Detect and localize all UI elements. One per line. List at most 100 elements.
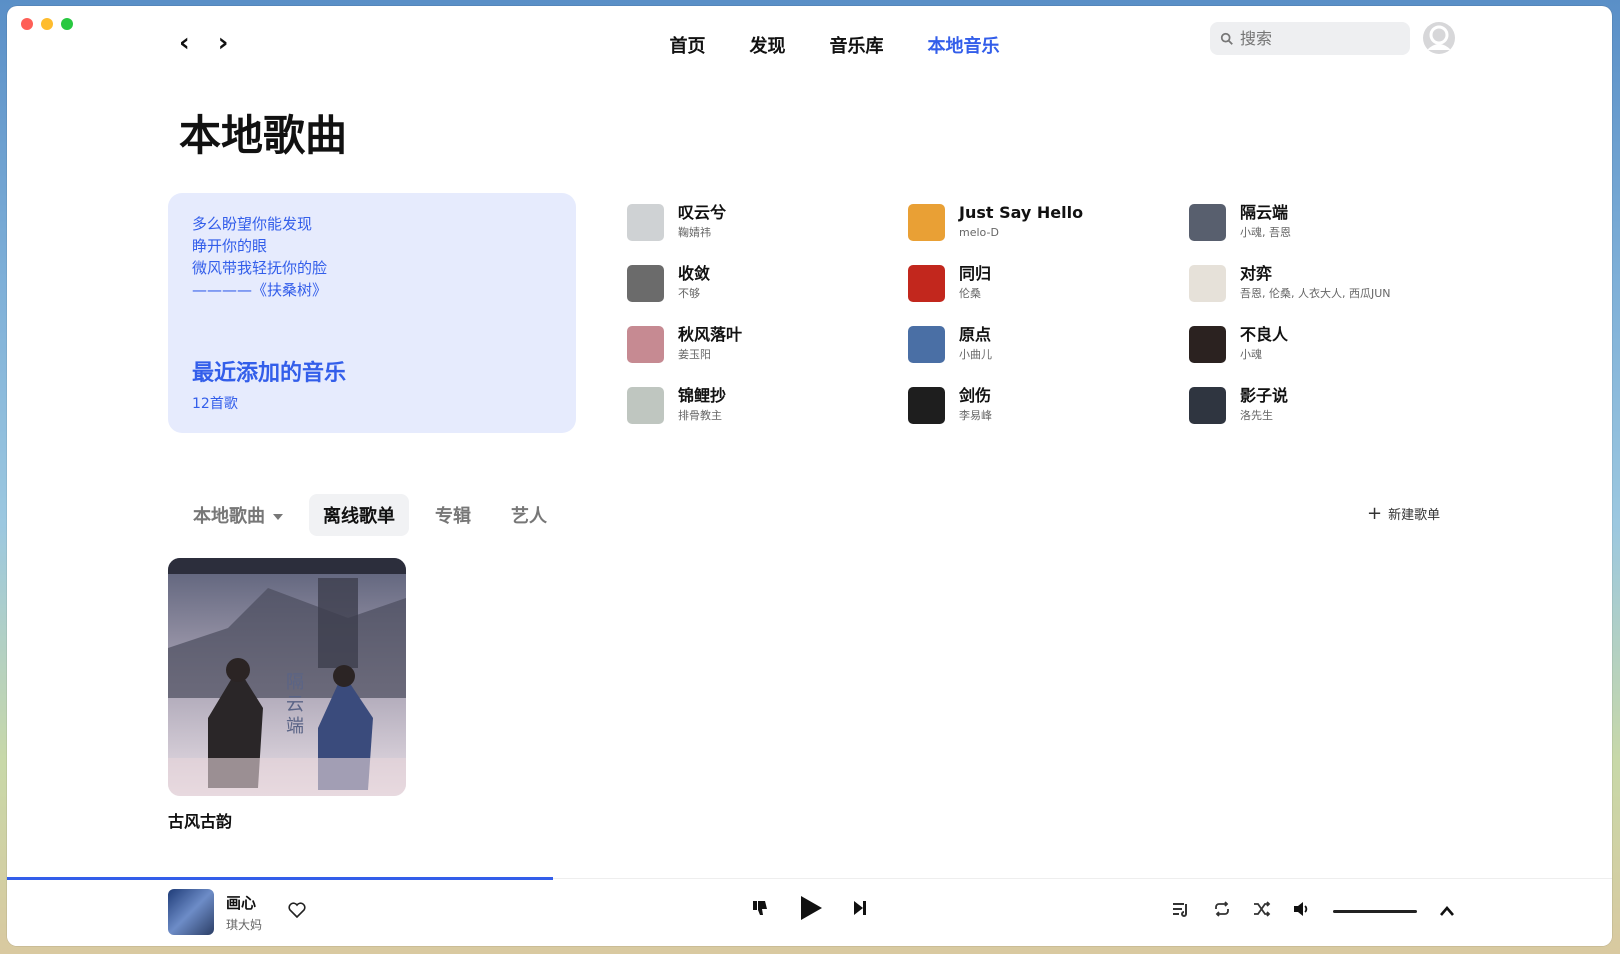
tab-label: 本地歌曲 bbox=[193, 506, 265, 527]
track-item[interactable]: 秋风落叶 姜玉阳 bbox=[627, 325, 908, 363]
progress-bar[interactable] bbox=[7, 877, 1612, 880]
track-info: 不良人 小魂 bbox=[1240, 325, 1288, 363]
track-item[interactable]: 对弈吾恩, 伦桑, 人衣大人, 西瓜JUN bbox=[1189, 264, 1489, 302]
playlist-cover-art: 隔 云 端 bbox=[168, 558, 406, 796]
track-title[interactable]: 剑伤 bbox=[959, 386, 992, 406]
track-cover[interactable] bbox=[908, 264, 945, 302]
track-title[interactable]: 锦鲤抄 bbox=[678, 386, 726, 406]
track-artist[interactable]: 排骨教主 bbox=[678, 408, 726, 424]
track-title[interactable]: 不良人 bbox=[1240, 325, 1288, 345]
track-artist[interactable]: 鞠婧祎 bbox=[678, 225, 726, 241]
track-artist[interactable]: 小魂, 吾恩 bbox=[1240, 225, 1291, 241]
track-item[interactable]: 叹云兮 鞠婧祎 bbox=[627, 203, 908, 241]
track-title[interactable]: 隔云端 bbox=[1240, 203, 1291, 223]
track-item[interactable]: 影子说 洛先生 bbox=[1189, 386, 1489, 424]
search-input[interactable] bbox=[1240, 29, 1400, 48]
recently-added-card[interactable]: 多么盼望你能发现 睁开你的眼 微风带我轻抚你的脸 ————《扶桑树》 最近添加的… bbox=[168, 193, 576, 433]
track-item[interactable]: 不良人 小魂 bbox=[1189, 325, 1489, 363]
track-item[interactable]: 锦鲤抄 排骨教主 bbox=[627, 386, 908, 424]
track-cover[interactable] bbox=[1189, 264, 1226, 302]
nav-tab-discover[interactable]: 发现 bbox=[750, 32, 786, 58]
now-playing-title[interactable]: 画心 bbox=[226, 892, 262, 913]
track-cover[interactable] bbox=[1189, 203, 1226, 241]
play-icon[interactable] bbox=[799, 895, 823, 925]
track-artist[interactable]: melo-D bbox=[959, 225, 1083, 241]
track-artist[interactable]: 伦桑 bbox=[959, 286, 991, 302]
track-info: 同归 伦桑 bbox=[959, 264, 991, 302]
now-playing: 画心 琪大妈 bbox=[168, 889, 306, 935]
repeat-icon[interactable] bbox=[1213, 901, 1231, 921]
track-info: 对弈吾恩, 伦桑, 人衣大人, 西瓜JUN bbox=[1240, 264, 1391, 302]
shuffle-icon[interactable] bbox=[1253, 901, 1271, 921]
search-box[interactable] bbox=[1210, 22, 1410, 55]
tab-albums[interactable]: 专辑 bbox=[421, 494, 485, 536]
nav-tab-local-music[interactable]: 本地音乐 bbox=[928, 32, 1000, 58]
lyric-line: 多么盼望你能发现 bbox=[192, 215, 313, 233]
now-playing-cover[interactable] bbox=[168, 889, 214, 935]
track-cover[interactable] bbox=[1189, 386, 1226, 424]
track-cover[interactable] bbox=[627, 264, 664, 302]
nav-tab-home[interactable]: 首页 bbox=[670, 32, 706, 58]
track-item[interactable]: 同归 伦桑 bbox=[908, 264, 1189, 302]
track-cover[interactable] bbox=[627, 203, 664, 241]
minimize-window-button[interactable] bbox=[41, 18, 53, 30]
track-cover[interactable] bbox=[1189, 325, 1226, 363]
track-info: 原点 小曲儿 bbox=[959, 325, 992, 363]
cover-text-char: 端 bbox=[286, 716, 304, 737]
playlist-cover[interactable]: 隔 云 端 bbox=[168, 558, 406, 796]
track-title[interactable]: 秋风落叶 bbox=[678, 325, 742, 345]
plus-icon: + bbox=[1367, 502, 1383, 524]
song-count: 12首歌 bbox=[192, 396, 238, 412]
queue-list-icon[interactable] bbox=[1173, 901, 1191, 921]
track-title[interactable]: 同归 bbox=[959, 264, 991, 284]
track-item[interactable]: 剑伤 李易峰 bbox=[908, 386, 1189, 424]
next-track-icon[interactable] bbox=[853, 900, 867, 920]
track-cover[interactable] bbox=[908, 203, 945, 241]
new-playlist-button[interactable]: + 新建歌单 bbox=[1367, 504, 1440, 523]
track-artist[interactable]: 吾恩, 伦桑, 人衣大人, 西瓜JUN bbox=[1240, 286, 1391, 302]
track-artist[interactable]: 姜玉阳 bbox=[678, 347, 742, 363]
track-info: 影子说 洛先生 bbox=[1240, 386, 1288, 424]
track-item[interactable]: 隔云端小魂, 吾恩 bbox=[1189, 203, 1489, 241]
track-artist[interactable]: 李易峰 bbox=[959, 408, 992, 424]
playback-controls bbox=[751, 895, 867, 925]
cover-text-char: 云 bbox=[286, 694, 304, 715]
track-artist[interactable]: 不够 bbox=[678, 286, 710, 302]
track-title[interactable]: 原点 bbox=[959, 325, 992, 345]
playlist-card[interactable]: 隔 云 端 古风古韵 bbox=[168, 558, 406, 832]
tab-artists[interactable]: 艺人 bbox=[497, 494, 561, 536]
page-title: 本地歌曲 bbox=[179, 111, 348, 160]
track-artist[interactable]: 洛先生 bbox=[1240, 408, 1288, 424]
track-info: 锦鲤抄 排骨教主 bbox=[678, 386, 726, 424]
dislike-icon[interactable] bbox=[751, 899, 769, 921]
track-info: 隔云端小魂, 吾恩 bbox=[1240, 203, 1291, 241]
tab-local-songs[interactable]: 本地歌曲 bbox=[179, 494, 297, 536]
lyric-line: 微风带我轻抚你的脸 bbox=[192, 259, 328, 277]
chevron-up-icon[interactable] bbox=[1439, 902, 1455, 921]
track-title[interactable]: 收敛 bbox=[678, 264, 710, 284]
track-cover[interactable] bbox=[908, 325, 945, 363]
track-item[interactable]: Just Say Hello melo-D bbox=[908, 203, 1189, 241]
track-title[interactable]: 影子说 bbox=[1240, 386, 1288, 406]
track-artist[interactable]: 小曲儿 bbox=[959, 347, 992, 363]
recently-added-title: 最近添加的音乐 bbox=[192, 361, 347, 386]
now-playing-artist[interactable]: 琪大妈 bbox=[226, 916, 262, 933]
track-title[interactable]: 叹云兮 bbox=[678, 203, 726, 223]
track-cover[interactable] bbox=[627, 325, 664, 363]
track-title[interactable]: 对弈 bbox=[1240, 264, 1391, 284]
track-item[interactable]: 收敛 不够 bbox=[627, 264, 908, 302]
track-title[interactable]: Just Say Hello bbox=[959, 203, 1083, 223]
nav-tab-library[interactable]: 音乐库 bbox=[830, 32, 884, 58]
like-heart-icon[interactable] bbox=[288, 901, 306, 923]
track-artist[interactable]: 小魂 bbox=[1240, 347, 1288, 363]
track-item[interactable]: 原点 小曲儿 bbox=[908, 325, 1189, 363]
track-grid: 叹云兮鞠婧祎 Just Say Hello melo-D 隔云端小魂, 吾恩收敛不够 同… bbox=[627, 203, 1489, 424]
volume-slider[interactable] bbox=[1333, 909, 1417, 913]
track-cover[interactable] bbox=[627, 386, 664, 424]
track-cover[interactable] bbox=[908, 386, 945, 424]
tab-offline-playlists[interactable]: 离线歌单 bbox=[309, 494, 409, 536]
maximize-window-button[interactable] bbox=[61, 18, 73, 30]
user-avatar[interactable] bbox=[1423, 22, 1455, 54]
volume-icon[interactable] bbox=[1293, 901, 1311, 921]
close-window-button[interactable] bbox=[21, 18, 33, 30]
